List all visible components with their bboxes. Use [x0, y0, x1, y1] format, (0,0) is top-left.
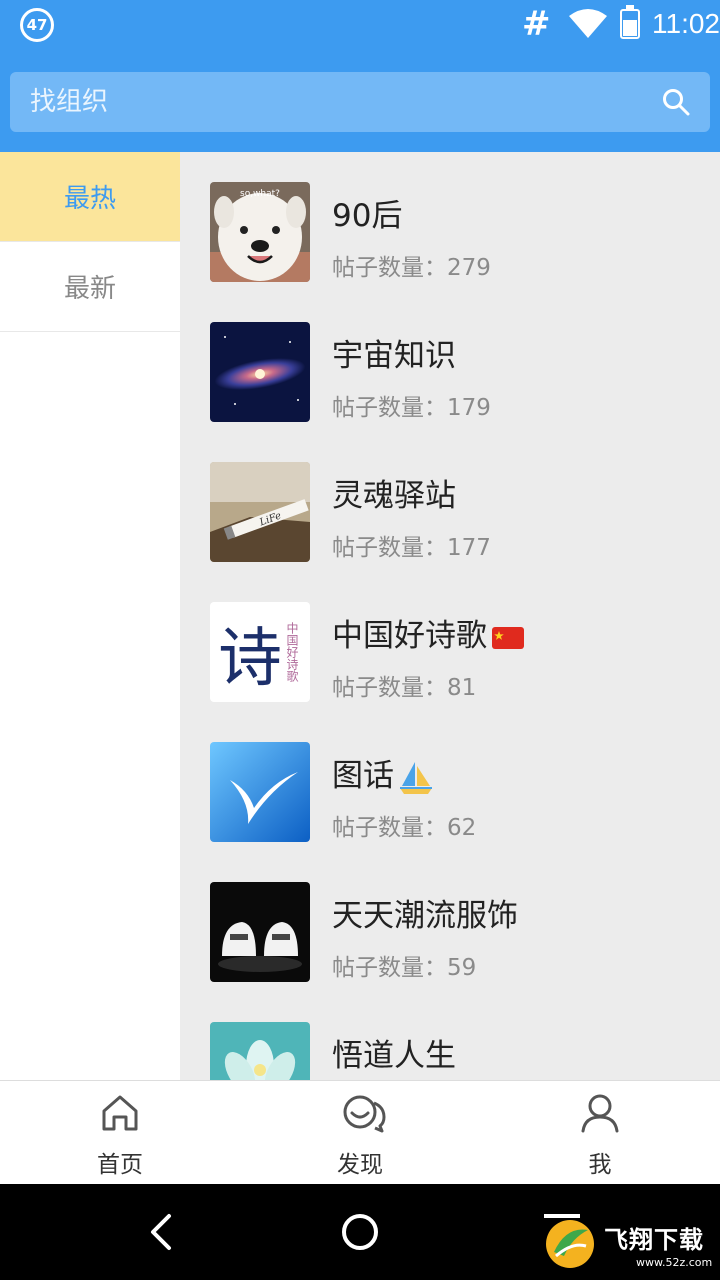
- tab-home[interactable]: 首页: [0, 1081, 240, 1185]
- group-post-count: 帖子数量：279: [332, 255, 491, 281]
- search-bar[interactable]: [10, 72, 710, 132]
- group-post-count: 帖子数量：179: [332, 395, 491, 421]
- notification-badge: 47: [20, 8, 54, 42]
- tab-label: 发现: [337, 1152, 383, 1178]
- group-post-count: 帖子数量：59: [332, 955, 477, 981]
- sidebar-item-hottest[interactable]: 最热: [0, 152, 180, 242]
- group-post-count: 帖子数量：81: [332, 675, 477, 701]
- group-title-text: 中国好诗歌: [332, 618, 487, 654]
- group-title: 90后: [332, 198, 403, 234]
- tab-label: 首页: [97, 1152, 143, 1178]
- china-flag-icon: [492, 626, 524, 649]
- clock: 11:02: [652, 8, 720, 39]
- search-icon[interactable]: [662, 88, 690, 116]
- group-avatar-cigarette: LiFe: [210, 462, 310, 562]
- group-avatar-tuhua: [210, 742, 310, 842]
- group-list: so,what? 90后 帖子数量：279 宇宙知识 帖子数量：179 LiFe…: [180, 152, 720, 1080]
- group-avatar-sneakers: [210, 882, 310, 982]
- discover-chat-icon: [343, 1095, 386, 1133]
- group-title: 天天潮流服饰: [332, 898, 518, 934]
- list-item[interactable]: 悟道人生: [180, 992, 720, 1080]
- search-input[interactable]: [30, 72, 630, 132]
- list-item[interactable]: 宇宙知识 帖子数量：179: [180, 292, 720, 432]
- wifi-icon: [569, 9, 607, 38]
- home-icon: [102, 1095, 138, 1131]
- list-item[interactable]: 图话 帖子数量：62: [180, 712, 720, 852]
- category-sidebar: 最热 最新: [0, 152, 180, 1080]
- poem-side-text: 中国好诗歌: [285, 621, 299, 682]
- tab-label: 我: [588, 1152, 612, 1178]
- watermark-url: www.52z.com: [636, 1256, 713, 1269]
- sailboat-icon: [400, 761, 432, 794]
- list-item[interactable]: 天天潮流服饰 帖子数量：59: [180, 852, 720, 992]
- group-avatar-poetry: 诗 中国好诗歌: [210, 602, 310, 702]
- group-title: 中国好诗歌: [332, 610, 525, 655]
- sidebar-item-newest[interactable]: 最新: [0, 242, 180, 332]
- group-title: 宇宙知识: [332, 338, 456, 374]
- hash-icon: #: [522, 4, 551, 44]
- poem-char: 诗: [218, 622, 282, 696]
- group-avatar-lotus: [210, 1022, 310, 1080]
- tab-me[interactable]: 我: [480, 1081, 720, 1185]
- list-item[interactable]: so,what? 90后 帖子数量：279: [180, 152, 720, 292]
- group-title: 悟道人生: [332, 1038, 456, 1074]
- watermark-text: 飞翔下载: [604, 1226, 704, 1254]
- tab-discover[interactable]: 发现: [240, 1081, 480, 1185]
- list-item[interactable]: 诗 中国好诗歌 中国好诗歌 帖子数量：81: [180, 572, 720, 712]
- group-avatar-dog: so,what?: [210, 182, 310, 282]
- group-title: 灵魂驿站: [332, 478, 456, 514]
- back-icon[interactable]: [145, 1212, 175, 1252]
- header: [0, 50, 720, 152]
- group-title: 图话: [332, 750, 434, 796]
- profile-icon: [581, 1094, 619, 1133]
- dog-caption: so,what?: [240, 189, 280, 199]
- bottom-tab-bar: 首页 发现 我: [0, 1080, 720, 1184]
- status-bar: 47 # 11:02: [0, 0, 720, 50]
- group-post-count: 帖子数量：177: [332, 535, 491, 561]
- list-item[interactable]: LiFe 灵魂驿站 帖子数量：177: [180, 432, 720, 572]
- battery-icon: [620, 5, 640, 39]
- group-title-text: 图话: [332, 758, 394, 794]
- group-post-count: 帖子数量：62: [332, 815, 477, 841]
- home-button-icon[interactable]: [340, 1212, 380, 1252]
- group-avatar-galaxy: [210, 322, 310, 422]
